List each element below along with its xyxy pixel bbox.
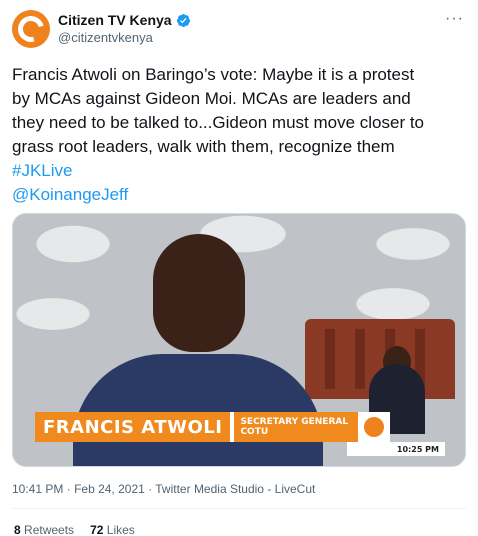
author-handle[interactable]: @citizentvkenya [58, 30, 153, 45]
video-thumbnail[interactable]: FRANCIS ATWOLI SECRETARY GENERAL COTU 10… [12, 213, 466, 467]
engagement-stats: 8 Retweets 72 Likes [14, 523, 135, 536]
tweet-text-line: they need to be talked to...Gideon must … [12, 113, 425, 132]
tweet-card: Citizen TV Kenya @citizentvkenya ··· Fra… [0, 0, 478, 536]
citizen-tv-logo-icon [13, 11, 49, 47]
verified-badge-icon [176, 13, 190, 27]
meta-separator: · [66, 482, 71, 496]
author-display-name[interactable]: Citizen TV Kenya [58, 12, 172, 28]
retweets-count: 8 [14, 523, 21, 536]
tweet-text-line: grass root leaders, walk with them, reco… [12, 137, 395, 156]
lower-third-title-line: COTU [240, 427, 269, 437]
tweet-text-line: by MCAs against Gideon Moi. MCAs are lea… [12, 89, 411, 108]
meta-separator: · [148, 482, 153, 496]
author-name-row: Citizen TV Kenya [58, 12, 191, 28]
speaker-head [153, 234, 245, 352]
retweets-stat[interactable]: 8 Retweets [14, 523, 74, 536]
retweets-label: Retweets [24, 523, 75, 536]
speaker-figure [73, 354, 323, 466]
hashtag-link[interactable]: #JKLive [12, 159, 472, 183]
tweet-time[interactable]: 10:41 PM [12, 482, 63, 496]
divider [12, 508, 466, 509]
lower-third-title-line: SECRETARY GENERAL [240, 417, 349, 427]
avatar[interactable] [12, 10, 50, 48]
tweet-date[interactable]: Feb 24, 2021 [74, 482, 145, 496]
lower-third-name: FRANCIS ATWOLI [35, 412, 231, 442]
lower-third-banner: FRANCIS ATWOLI SECRETARY GENERAL COTU [35, 412, 445, 442]
tweet-source[interactable]: Twitter Media Studio - LiveCut [155, 482, 315, 496]
lower-third-title: SECRETARY GENERAL COTU [234, 412, 359, 442]
tweet-text: Francis Atwoli on Baringo’s vote: Maybe … [12, 63, 472, 207]
tweet-text-line: Francis Atwoli on Baringo’s vote: Maybe … [12, 65, 415, 84]
more-dots-icon[interactable]: ··· [445, 10, 464, 28]
tweet-meta: 10:41 PM · Feb 24, 2021 · Twitter Media … [12, 482, 315, 496]
likes-stat[interactable]: 72 Likes [90, 523, 135, 536]
likes-label: Likes [106, 523, 135, 536]
channel-logo-icon [358, 412, 391, 442]
mention-link[interactable]: @KoinangeJeff [12, 183, 472, 207]
likes-count: 72 [90, 523, 104, 536]
broadcast-clock: 10:25 PM [347, 442, 445, 456]
